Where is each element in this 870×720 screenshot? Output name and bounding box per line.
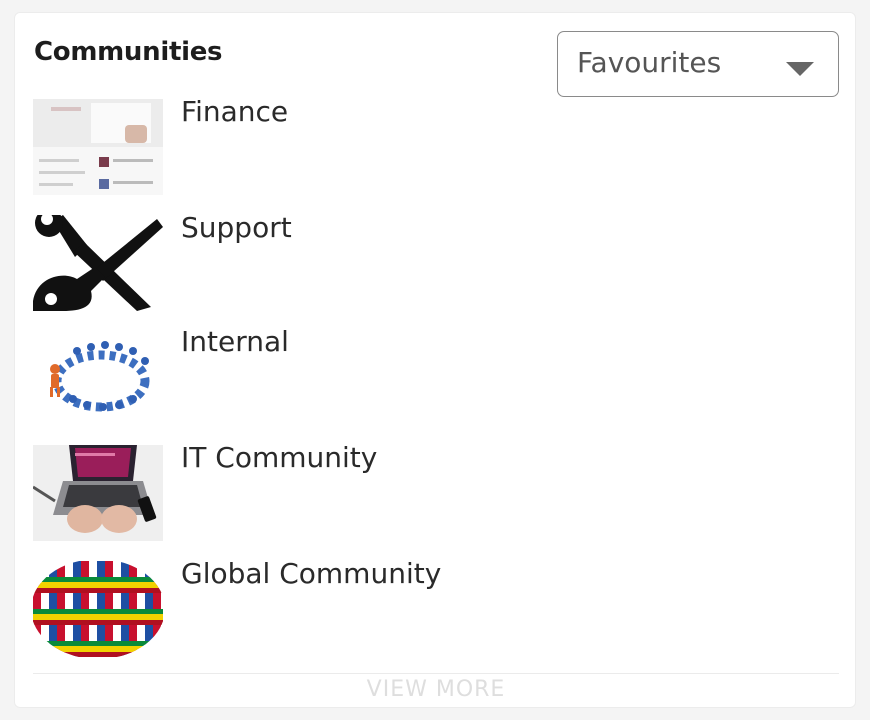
list-item-it-community[interactable]: IT Community — [33, 441, 833, 545]
list-item-internal[interactable]: Internal — [33, 325, 833, 429]
list-item-global-community[interactable]: Global Community — [33, 557, 833, 661]
community-name: Support — [181, 211, 292, 244]
community-name: Global Community — [181, 557, 442, 590]
flags-globe-image — [33, 561, 163, 657]
community-name: IT Community — [181, 441, 378, 474]
community-name: Finance — [181, 95, 289, 128]
divider — [33, 673, 839, 674]
chevron-down-icon — [786, 62, 814, 76]
laptop-image — [33, 445, 163, 541]
list-item-support[interactable]: Support — [33, 211, 833, 315]
communities-widget: Communities Favourites Finance Support I… — [14, 12, 856, 708]
list-item-finance[interactable]: Finance — [33, 95, 833, 199]
widget-title: Communities — [34, 37, 223, 67]
view-more-link[interactable]: VIEW MORE — [15, 677, 857, 702]
tools-icon — [33, 215, 163, 311]
filter-selected-value: Favourites — [577, 46, 722, 79]
finance-thumbnail — [33, 99, 163, 195]
filter-dropdown[interactable]: Favourites — [557, 31, 839, 97]
people-circle-image — [33, 329, 163, 425]
community-name: Internal — [181, 325, 289, 358]
